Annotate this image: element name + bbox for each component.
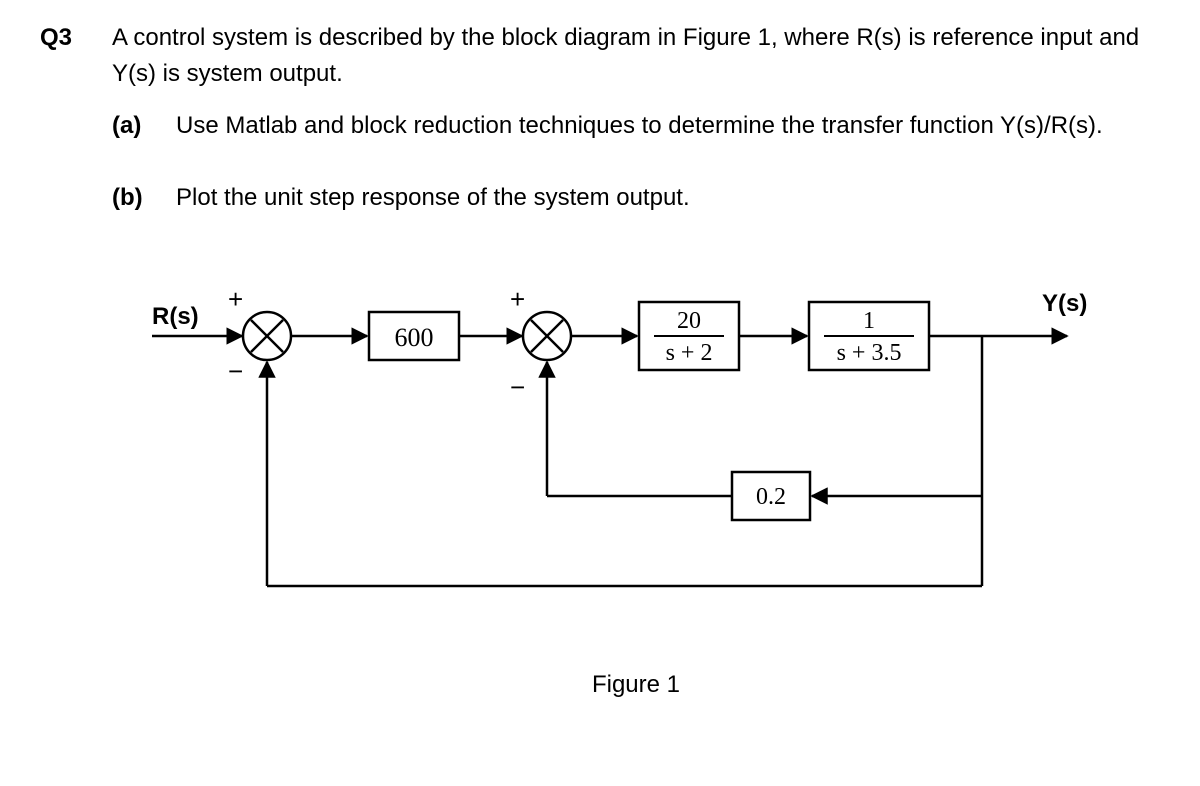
question-intro: A control system is described by the blo… xyxy=(112,20,1160,92)
sum1-plus: + xyxy=(228,284,243,314)
output-label: Y(s) xyxy=(1042,290,1087,317)
part-b-text: Plot the unit step response of the syste… xyxy=(176,180,690,216)
question-number: Q3 xyxy=(40,20,88,56)
part-a-text: Use Matlab and block reduction technique… xyxy=(176,108,1103,144)
part-b-label: (b) xyxy=(112,180,156,216)
block-g1: 600 xyxy=(369,312,459,360)
g3-num: 1 xyxy=(863,308,875,334)
g2-num: 20 xyxy=(677,308,701,334)
part-a-label: (a) xyxy=(112,108,156,144)
g3-den: s + 3.5 xyxy=(837,340,902,366)
figure-caption: Figure 1 xyxy=(112,667,1160,703)
sum1-minus: − xyxy=(228,356,243,386)
block-g3: 1 s + 3.5 xyxy=(809,302,929,370)
sum2-minus: − xyxy=(510,372,525,402)
sum2-plus: + xyxy=(510,284,525,314)
block-g2: 20 s + 2 xyxy=(639,302,739,370)
summing-junction-2: + − xyxy=(510,284,571,402)
g1-value: 600 xyxy=(395,323,434,352)
h1-value: 0.2 xyxy=(756,484,786,510)
block-diagram: R(s) + − 600 xyxy=(112,256,1160,703)
block-h1: 0.2 xyxy=(732,472,810,520)
input-label: R(s) xyxy=(152,303,199,330)
g2-den: s + 2 xyxy=(666,340,713,366)
